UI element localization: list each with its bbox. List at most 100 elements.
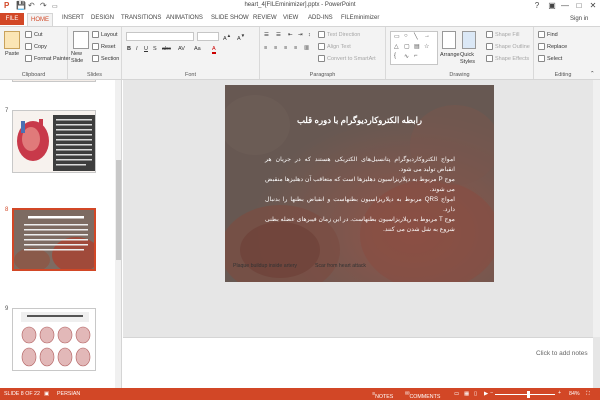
section-button[interactable]: Section [92, 55, 119, 62]
scrollbar-thumb[interactable] [116, 160, 121, 260]
tab-view[interactable]: VIEW [283, 15, 298, 21]
tab-review[interactable]: REVIEW [253, 15, 277, 21]
help-button[interactable]: ? [530, 0, 544, 12]
font-family-select[interactable] [126, 32, 194, 41]
align-right-button[interactable]: ≡ [284, 45, 287, 51]
quick-styles-button[interactable]: Quick Styles [460, 52, 482, 66]
textbox-icon[interactable]: ▤ [414, 43, 420, 50]
zoom-slider-handle[interactable] [527, 391, 530, 398]
notes-pane[interactable] [123, 337, 593, 388]
ribbon-display-button[interactable]: ▣ [545, 0, 559, 12]
justify-button[interactable]: ≡ [294, 45, 297, 51]
tab-add-ins[interactable]: ADD-INS [308, 15, 333, 21]
tab-fileminimizer[interactable]: FILEminimizer [341, 15, 379, 21]
paste-icon[interactable] [4, 31, 20, 49]
align-text-button[interactable]: Align Text [318, 43, 351, 50]
paste-button[interactable]: Paste [5, 51, 19, 57]
change-case-button[interactable]: Aa [194, 46, 201, 52]
bold-button[interactable]: B [127, 46, 131, 52]
line-spacing-button[interactable]: ↕ [308, 32, 311, 38]
grow-font-button[interactable]: A▲ [223, 33, 231, 42]
strikethrough-button[interactable]: abc [162, 46, 171, 52]
italic-button[interactable]: I [136, 46, 138, 52]
sign-in-link[interactable]: Sign in [570, 16, 588, 22]
slide-title[interactable]: رابطه الکتروکاردیوگرام با دوره قلب [225, 115, 494, 126]
shape-outline-button[interactable]: Shape Outline [486, 43, 530, 50]
collapse-ribbon-button[interactable]: ⌃ [590, 71, 595, 77]
oval-icon[interactable]: ○ [404, 33, 408, 39]
format-painter-button[interactable]: Format Painter [25, 55, 70, 62]
select-button[interactable]: Select [538, 55, 562, 62]
zoom-in-button[interactable]: + [558, 390, 561, 396]
thumbnail-slide-8[interactable] [12, 208, 96, 271]
new-slide-button[interactable]: New Slide [71, 51, 91, 65]
tab-insert[interactable]: INSERT [62, 15, 84, 21]
shapes-gallery[interactable]: ▭ ○ ╲ → △ ▢ ▤ ☆ { ∿ ⌐ [390, 31, 438, 65]
zoom-slider[interactable] [495, 394, 555, 395]
slide-thumbnail-pane[interactable]: 7 8 9 [0, 80, 122, 388]
zoom-out-button[interactable]: − [490, 390, 493, 396]
shape-fill-button[interactable]: Shape Fill [486, 31, 519, 38]
rounded-rect-icon[interactable]: ▢ [404, 43, 410, 50]
connector-icon[interactable]: ⌐ [414, 53, 418, 59]
thumbnail-slide-9[interactable] [12, 308, 96, 371]
thumbnail-slide-7[interactable] [12, 110, 96, 173]
shrink-font-button[interactable]: A▼ [237, 33, 245, 42]
new-slide-icon[interactable] [73, 31, 89, 49]
increase-indent-button[interactable]: ⇥ [298, 32, 303, 38]
normal-view-icon[interactable]: ▭ [454, 391, 459, 397]
arrange-icon[interactable] [442, 31, 456, 49]
slideshow-icon[interactable]: ▶ [484, 391, 488, 397]
restore-button[interactable]: □ [572, 0, 586, 12]
cut-button[interactable]: Cut [25, 31, 43, 38]
underline-button[interactable]: U [144, 46, 148, 52]
brace-icon[interactable]: { [394, 53, 396, 59]
shape-effects-button[interactable]: Shape Effects [486, 55, 529, 62]
font-size-select[interactable] [197, 32, 219, 41]
shadow-button[interactable]: S [153, 46, 157, 52]
bullets-button[interactable]: ☰ [264, 32, 269, 38]
rectangle-icon[interactable]: ▭ [394, 33, 400, 40]
char-spacing-button[interactable]: AV [178, 46, 185, 52]
tab-home[interactable]: HOME [27, 13, 53, 26]
replace-button[interactable]: Replace [538, 43, 567, 50]
zoom-level[interactable]: 84% [569, 391, 580, 397]
curve-icon[interactable]: ∿ [404, 53, 409, 60]
notes-placeholder-text[interactable]: Click to add notes [536, 350, 588, 357]
text-direction-button[interactable]: Text Direction [318, 31, 360, 38]
thumbnail-scrollbar[interactable] [115, 80, 121, 388]
slide-sorter-icon[interactable]: ▦ [464, 391, 469, 397]
tab-transitions[interactable]: TRANSITIONS [121, 15, 161, 21]
tab-slide-show[interactable]: SLIDE SHOW [211, 15, 249, 21]
tab-file[interactable]: FILE [0, 13, 24, 25]
current-slide[interactable]: رابطه الکتروکاردیوگرام با دوره قلب امواج… [225, 85, 494, 282]
close-button[interactable]: ✕ [586, 0, 600, 12]
align-center-button[interactable]: ≡ [274, 45, 277, 51]
triangle-icon[interactable]: △ [394, 43, 399, 50]
tab-design[interactable]: DESIGN [91, 15, 114, 21]
columns-button[interactable]: ▥ [304, 45, 309, 51]
copy-button[interactable]: Copy [25, 43, 47, 50]
align-left-button[interactable]: ≡ [264, 45, 267, 51]
reading-view-icon[interactable]: ▯ [474, 391, 477, 397]
quick-styles-icon[interactable] [462, 31, 476, 49]
reset-button[interactable]: Reset [92, 43, 115, 50]
spellcheck-icon[interactable]: ▣ [44, 391, 49, 397]
find-button[interactable]: Find [538, 31, 558, 38]
font-color-button[interactable]: A [212, 46, 216, 54]
convert-smartart-button[interactable]: Convert to SmartArt [318, 55, 376, 62]
decrease-indent-button[interactable]: ⇤ [288, 32, 293, 38]
star-icon[interactable]: ☆ [424, 43, 429, 50]
comments-button[interactable]: ✉ COMMENTS [405, 391, 440, 400]
notes-button[interactable]: ≡ NOTES [372, 391, 393, 400]
minimize-button[interactable]: — [558, 0, 572, 12]
language-indicator[interactable]: PERSIAN [57, 391, 80, 397]
numbering-button[interactable]: ☰ [276, 32, 281, 38]
layout-button[interactable]: Layout [92, 31, 118, 38]
fit-to-window-icon[interactable]: ⛶ [586, 391, 590, 398]
slide-scrollbar[interactable] [593, 80, 600, 337]
line-icon[interactable]: ╲ [414, 33, 418, 40]
tab-animations[interactable]: ANIMATIONS [166, 15, 203, 21]
slide-body-text[interactable]: امواج الکتروکاردیوگرام پتانسیل‌های الکتر… [265, 155, 455, 235]
arrange-button[interactable]: Arrange [440, 52, 460, 58]
